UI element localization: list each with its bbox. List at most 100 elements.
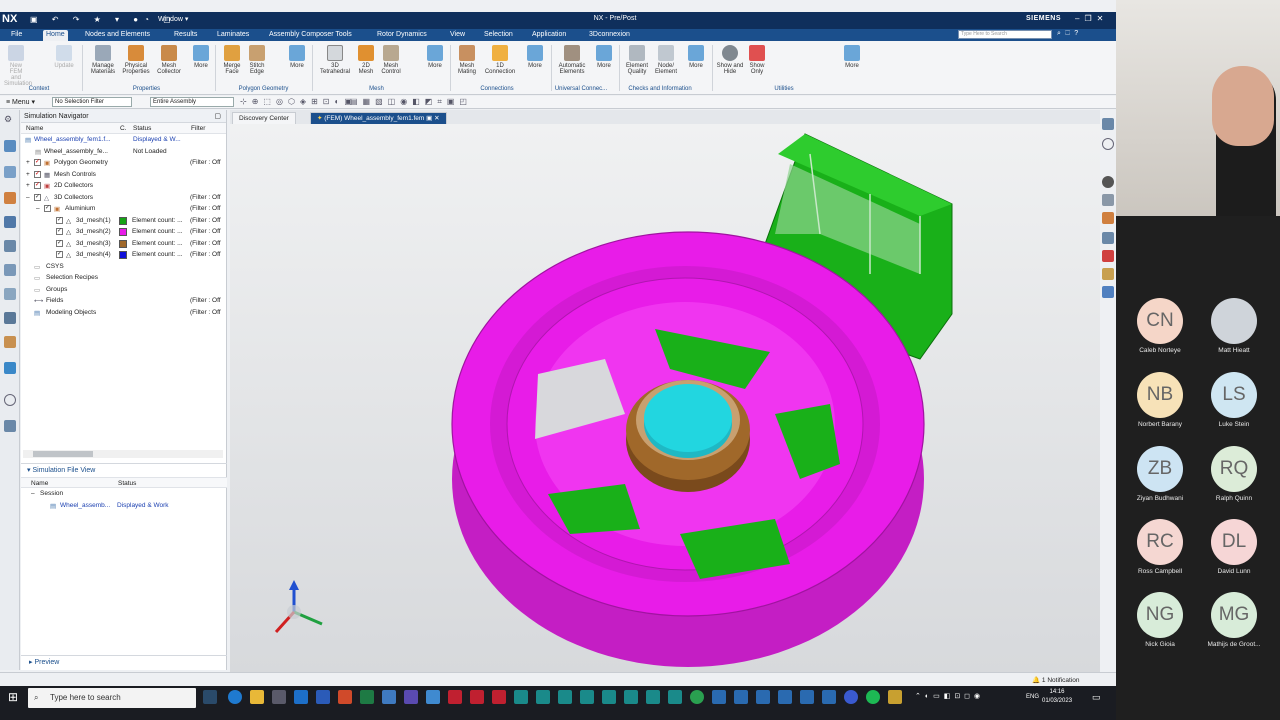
- checks-more-button[interactable]: More: [686, 45, 706, 69]
- tree-node-2d-collectors[interactable]: + ✓ ▣ 2D Collectors: [21, 180, 226, 192]
- participant-tile[interactable]: RQ Ralph Quinn: [1202, 446, 1266, 502]
- participant-tile[interactable]: LS Luke Stein: [1202, 372, 1266, 428]
- app-icon[interactable]: [668, 690, 682, 704]
- section-icon[interactable]: [1102, 212, 1114, 224]
- expand-icon[interactable]: +: [26, 171, 30, 178]
- visibility-checkbox[interactable]: ✓: [56, 228, 63, 235]
- app-icon[interactable]: [778, 690, 792, 704]
- app-icon[interactable]: [888, 690, 902, 704]
- column-status[interactable]: Status: [133, 125, 151, 132]
- app-icon[interactable]: [822, 690, 836, 704]
- view-icon[interactable]: [1102, 118, 1114, 130]
- app-icon[interactable]: [580, 690, 594, 704]
- element-quality-button[interactable]: Element Quality: [623, 45, 651, 75]
- utilities-more-button[interactable]: More: [842, 45, 862, 69]
- participant-tile[interactable]: RC Ross Campbell: [1128, 519, 1192, 575]
- nx-app-icon[interactable]: [470, 690, 484, 704]
- fem-model-view[interactable]: [230, 124, 1100, 672]
- task-view-icon[interactable]: [203, 690, 217, 704]
- tab-view[interactable]: View: [447, 30, 468, 41]
- tree-node-3d-collectors[interactable]: – ✓ △ 3D Collectors (Filter : Off: [21, 192, 226, 204]
- column-filter[interactable]: Filter: [191, 125, 205, 132]
- app-icon[interactable]: [800, 690, 814, 704]
- windows-start-icon[interactable]: ⊞: [8, 690, 18, 704]
- palette-icon[interactable]: [4, 336, 16, 348]
- participant-tile[interactable]: DL David Lunn: [1202, 519, 1266, 575]
- mesh-more-button[interactable]: More: [425, 45, 445, 69]
- roles-icon[interactable]: [4, 312, 16, 324]
- menu-button[interactable]: ≡ Menu ▾: [6, 98, 35, 106]
- visibility-checkbox[interactable]: ✓: [34, 193, 41, 201]
- collapse-icon[interactable]: –: [36, 205, 40, 212]
- settings-gear-icon[interactable]: ⚙: [4, 114, 16, 126]
- tree-node-3d-mesh-2[interactable]: ✓ △ 3d_mesh(2) Element count: ... (Filter : …: [21, 226, 226, 238]
- orient-icon[interactable]: [1102, 232, 1114, 244]
- rendering-style-icon[interactable]: [1102, 194, 1114, 206]
- command-search-input[interactable]: Type Here to Search: [958, 30, 1052, 39]
- app-icon[interactable]: [382, 690, 396, 704]
- app-icon[interactable]: [844, 690, 858, 704]
- plc-sim-icon[interactable]: [712, 690, 726, 704]
- simulation-navigator-icon[interactable]: [4, 140, 16, 152]
- app-icon[interactable]: [624, 690, 638, 704]
- notification-center-icon[interactable]: ▭: [1092, 692, 1101, 703]
- window-menu[interactable]: Window ▾: [158, 15, 188, 23]
- properties-more-button[interactable]: More: [191, 45, 211, 69]
- language-indicator[interactable]: ENG: [1026, 694, 1039, 700]
- help-icons[interactable]: ⌕⬚?: [1057, 30, 1082, 38]
- app-icon[interactable]: [558, 690, 572, 704]
- app-icon[interactable]: [602, 690, 616, 704]
- app-icon[interactable]: [734, 690, 748, 704]
- visibility-checkbox[interactable]: ✓: [56, 251, 63, 258]
- assembly-navigator-icon[interactable]: [4, 216, 16, 228]
- visibility-checkbox[interactable]: ✓: [44, 205, 51, 212]
- tab-rotor-dynamics[interactable]: Rotor Dynamics: [374, 30, 430, 41]
- tab-nodes-and-elements[interactable]: Nodes and Elements: [82, 30, 153, 41]
- tab-home[interactable]: Home: [43, 30, 68, 41]
- polygon-more-button[interactable]: More: [287, 45, 307, 69]
- tree-node-3d-mesh-4[interactable]: ✓ △ 3d_mesh(4) Element count: ... (Filter : …: [21, 249, 226, 261]
- window-controls[interactable]: –❐✕: [1075, 14, 1108, 23]
- snap-tool-icons[interactable]: ⊹⊕⬚◎⬡◈⊞⊡◐▣: [240, 97, 357, 106]
- tree-node-modeling-objects[interactable]: ▤ Modeling Objects (Filter : Off: [21, 307, 226, 319]
- app-icon[interactable]: [514, 690, 528, 704]
- close-tab-icon[interactable]: ✕: [434, 115, 439, 122]
- manage-materials-button[interactable]: Manage Materials: [88, 45, 118, 75]
- app-badge-icon[interactable]: [272, 690, 286, 704]
- update-button[interactable]: Update: [52, 45, 76, 69]
- tab-fem-wheel-assembly[interactable]: ✦ (FEM) Wheel_assembly_fem1.fem ▣ ✕: [310, 112, 447, 124]
- graphics-viewport[interactable]: [230, 124, 1100, 672]
- mesh-control-button[interactable]: Mesh Control: [378, 45, 404, 75]
- tree-node-3d-mesh-3[interactable]: ✓ △ 3d_mesh(3) Element count: ... (Filter : …: [21, 238, 226, 250]
- tab-3dconnexion[interactable]: 3Dconnexion: [586, 30, 633, 41]
- display-icon[interactable]: [1102, 286, 1114, 298]
- expand-icon[interactable]: +: [26, 182, 30, 189]
- spotify-icon[interactable]: [866, 690, 880, 704]
- tree-node-groups[interactable]: ▭ Groups: [21, 284, 226, 296]
- tab-application[interactable]: Application: [529, 30, 569, 41]
- participant-tile[interactable]: CN Caleb Norteye: [1128, 298, 1192, 354]
- fit-view-icon[interactable]: [1102, 138, 1114, 150]
- notification-indicator[interactable]: 🔔 1 Notification: [1032, 676, 1079, 684]
- participant-tile[interactable]: NB Norbert Barany: [1128, 372, 1192, 428]
- mesh-mating-button[interactable]: Mesh Mating: [454, 45, 480, 75]
- file-view-session-node[interactable]: – Session: [21, 488, 227, 500]
- visibility-checkbox[interactable]: ✓: [56, 239, 63, 247]
- app-icon[interactable]: [536, 690, 550, 704]
- tree-node-mesh-controls[interactable]: + ✓ ▦ Mesh Controls: [21, 169, 226, 181]
- connections-more-button[interactable]: More: [525, 45, 545, 69]
- maximize-icon[interactable]: ▢: [214, 110, 221, 123]
- taskbar-clock[interactable]: 14:16 01/03/2023: [1042, 688, 1072, 706]
- visibility-checkbox[interactable]: ✓: [34, 159, 41, 166]
- universal-more-button[interactable]: More: [594, 45, 614, 69]
- column-name[interactable]: Name: [26, 125, 43, 132]
- collapse-icon[interactable]: –: [26, 194, 30, 201]
- outlook-icon[interactable]: [294, 690, 308, 704]
- collapse-icon[interactable]: –: [31, 490, 35, 497]
- history-icon[interactable]: [4, 288, 16, 300]
- tree-node-fields[interactable]: ⟷ Fields (Filter : Off: [21, 295, 226, 307]
- edit-icon[interactable]: [1102, 268, 1114, 280]
- tree-node-3d-mesh-1[interactable]: ✓ △ 3d_mesh(1) Element count: ... (Filter : …: [21, 215, 226, 227]
- clock-icon[interactable]: [4, 394, 16, 406]
- 3d-tetrahedral-button[interactable]: 3D Tetrahedral: [316, 45, 354, 75]
